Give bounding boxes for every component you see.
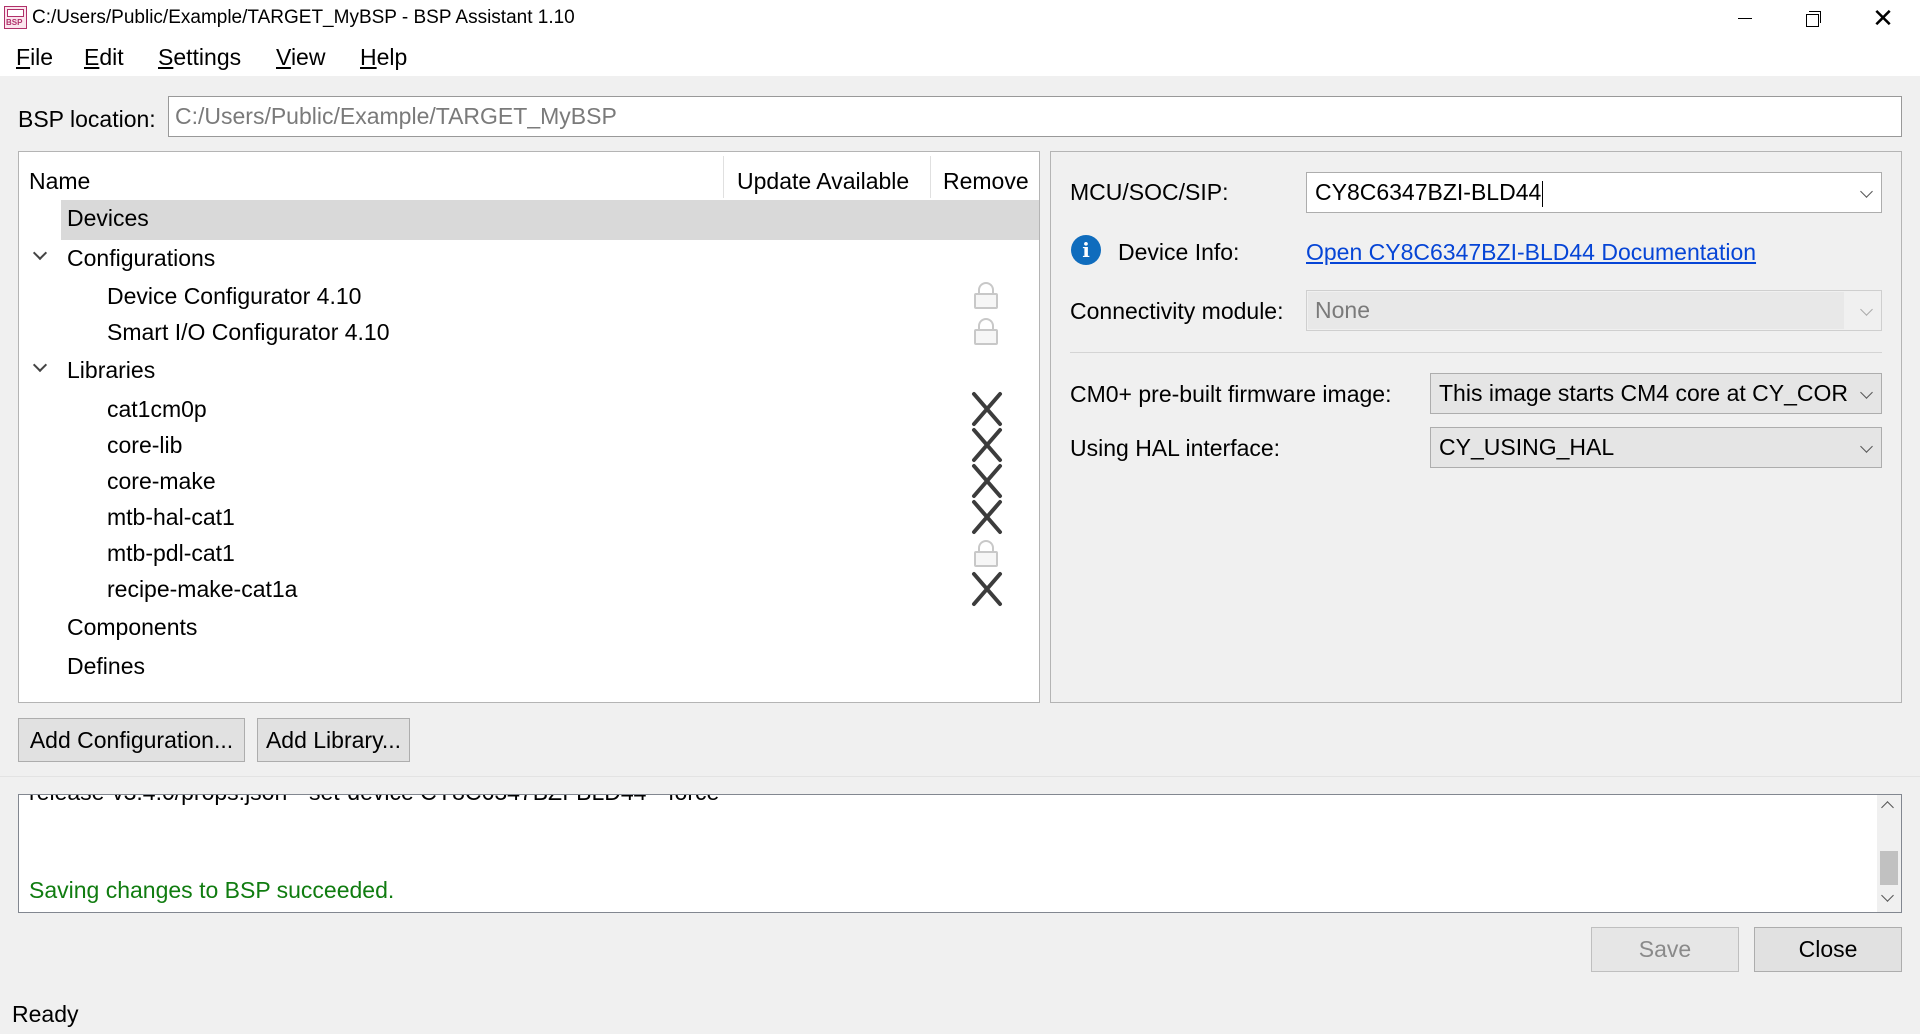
status-text: Ready <box>12 1001 79 1027</box>
menu-view[interactable]: View <box>276 42 325 72</box>
device-documentation-link[interactable]: Open CY8C6347BZI-BLD44 Documentation <box>1306 237 1756 267</box>
splitter-handle[interactable] <box>0 776 1920 777</box>
close-button[interactable]: Close <box>1754 927 1902 972</box>
connectivity-module-select[interactable]: None <box>1306 290 1882 331</box>
menu-edit[interactable]: Edit <box>84 42 124 72</box>
restore-button[interactable] <box>1778 0 1848 36</box>
chevron-down-icon[interactable] <box>1860 303 1873 316</box>
tree-item-mtb-hal-cat1[interactable]: mtb-hal-cat1 <box>19 499 1039 535</box>
log-output[interactable]: release-v3.4.0/props.json --set-device C… <box>18 794 1902 913</box>
hal-interface-select[interactable]: CY_USING_HAL <box>1430 427 1882 468</box>
remove-x-icon[interactable] <box>969 499 1005 535</box>
log-success-line: Saving changes to BSP succeeded. <box>29 877 395 903</box>
tree-item-label: Configurations <box>67 245 216 271</box>
device-info-label: Device Info: <box>1118 239 1240 265</box>
window-title: C:/Users/Public/Example/TARGET_MyBSP - B… <box>32 7 575 28</box>
tree-item-device-configurator[interactable]: Device Configurator 4.10 <box>19 278 1039 314</box>
chevron-down-icon[interactable] <box>1860 440 1873 453</box>
tree-item-label: Defines <box>67 653 145 679</box>
lock-icon <box>973 540 999 568</box>
chevron-down-icon[interactable] <box>1860 185 1873 198</box>
remove-x-icon[interactable] <box>969 571 1005 607</box>
hal-interface-label: Using HAL interface: <box>1070 435 1281 461</box>
tree-item-label: recipe-make-cat1a <box>107 576 298 602</box>
tree-item-core-make[interactable]: core-make <box>19 463 1039 499</box>
chevron-down-icon[interactable] <box>1860 386 1873 399</box>
column-header-remove[interactable]: Remove <box>943 164 1029 198</box>
add-configuration-button[interactable]: Add Configuration... <box>18 718 245 762</box>
mcu-value: CY8C6347BZI-BLD44 <box>1315 179 1542 205</box>
menu-help[interactable]: Help <box>360 42 407 72</box>
tree-item-recipe-make-cat1a[interactable]: recipe-make-cat1a <box>19 571 1039 607</box>
close-icon: ✕ <box>1872 3 1894 33</box>
tree-item-label: mtb-hal-cat1 <box>107 504 235 530</box>
remove-x-icon[interactable] <box>969 391 1005 427</box>
tree-item-defines[interactable]: Defines <box>19 648 1039 684</box>
log-line: release-v3.4.0/props.json --set-device C… <box>29 795 719 807</box>
tree-item-label: cat1cm0p <box>107 396 207 422</box>
tree-item-label: Smart I/O Configurator 4.10 <box>107 319 390 345</box>
minimize-button[interactable] <box>1710 0 1780 36</box>
header-divider <box>723 156 724 198</box>
column-header-name[interactable]: Name <box>29 164 90 198</box>
connectivity-value: None <box>1315 297 1370 323</box>
column-header-update-available[interactable]: Update Available <box>737 164 909 198</box>
close-window-button[interactable]: ✕ <box>1848 0 1918 36</box>
tree-item-label: Devices <box>67 205 149 231</box>
tree-item-libraries[interactable]: Libraries <box>19 352 1039 388</box>
remove-x-icon[interactable] <box>969 463 1005 499</box>
app-icon-text: BSP <box>6 18 23 27</box>
tree-item-label: Libraries <box>67 357 156 383</box>
menu-bar: File Edit Settings View Help <box>0 36 1920 76</box>
log-scrollbar[interactable] <box>1877 795 1901 912</box>
header-divider <box>930 156 931 198</box>
tree-item-label: core-lib <box>107 432 183 458</box>
tree-item-mtb-pdl-cat1[interactable]: mtb-pdl-cat1 <box>19 535 1039 571</box>
mcu-label: MCU/SOC/SIP: <box>1070 179 1229 205</box>
section-divider <box>1070 352 1882 353</box>
hal-interface-value: CY_USING_HAL <box>1439 434 1615 460</box>
add-library-button[interactable]: Add Library... <box>257 718 410 762</box>
save-button[interactable]: Save <box>1591 927 1739 972</box>
restore-icon <box>1806 11 1821 27</box>
tree-item-label: core-make <box>107 468 216 494</box>
minimize-icon <box>1738 17 1752 19</box>
mcu-select[interactable]: CY8C6347BZI-BLD44 <box>1306 172 1882 213</box>
tree-item-components[interactable]: Components <box>19 609 1039 645</box>
bsp-app-icon[interactable]: BSP <box>4 6 27 29</box>
scrollbar-thumb[interactable] <box>1880 851 1898 885</box>
cm0-firmware-select[interactable]: This image starts CM4 core at CY_COR <box>1430 373 1882 414</box>
cm0-firmware-value: This image starts CM4 core at CY_COR <box>1439 380 1849 406</box>
cm0-firmware-label: CM0+ pre-built firmware image: <box>1070 381 1392 407</box>
connectivity-module-label: Connectivity module: <box>1070 298 1284 324</box>
menu-settings[interactable]: Settings <box>158 42 241 72</box>
tree-item-devices[interactable]: Devices <box>19 200 1039 240</box>
tree-item-configurations[interactable]: Configurations <box>19 240 1039 276</box>
text-cursor <box>1542 180 1544 207</box>
tree-item-cat1cm0p[interactable]: cat1cm0p <box>19 391 1039 427</box>
lock-icon <box>973 282 999 310</box>
bsp-location-label: BSP location: <box>18 106 156 132</box>
bsp-location-field[interactable]: C:/Users/Public/Example/TARGET_MyBSP <box>168 96 1902 137</box>
chevron-down-icon[interactable] <box>33 360 47 374</box>
tree-item-label: Components <box>67 614 198 640</box>
bsp-tree-panel: Name Update Available Remove Devices Con… <box>18 151 1040 703</box>
info-icon: i <box>1071 235 1101 265</box>
disabled-field-bg <box>1308 292 1844 329</box>
tree-item-smart-io-configurator[interactable]: Smart I/O Configurator 4.10 <box>19 314 1039 350</box>
title-bar: BSP C:/Users/Public/Example/TARGET_MyBSP… <box>0 0 1920 36</box>
chevron-down-icon[interactable] <box>1881 889 1894 902</box>
tree-item-core-lib[interactable]: core-lib <box>19 427 1039 463</box>
tree-item-label: Device Configurator 4.10 <box>107 283 362 309</box>
chevron-down-icon[interactable] <box>33 248 47 262</box>
lock-icon <box>973 318 999 346</box>
tree-item-label: mtb-pdl-cat1 <box>107 540 235 566</box>
selection-highlight <box>61 200 1039 240</box>
chevron-up-icon[interactable] <box>1881 801 1894 814</box>
menu-file[interactable]: File <box>16 42 53 72</box>
remove-x-icon[interactable] <box>969 427 1005 463</box>
